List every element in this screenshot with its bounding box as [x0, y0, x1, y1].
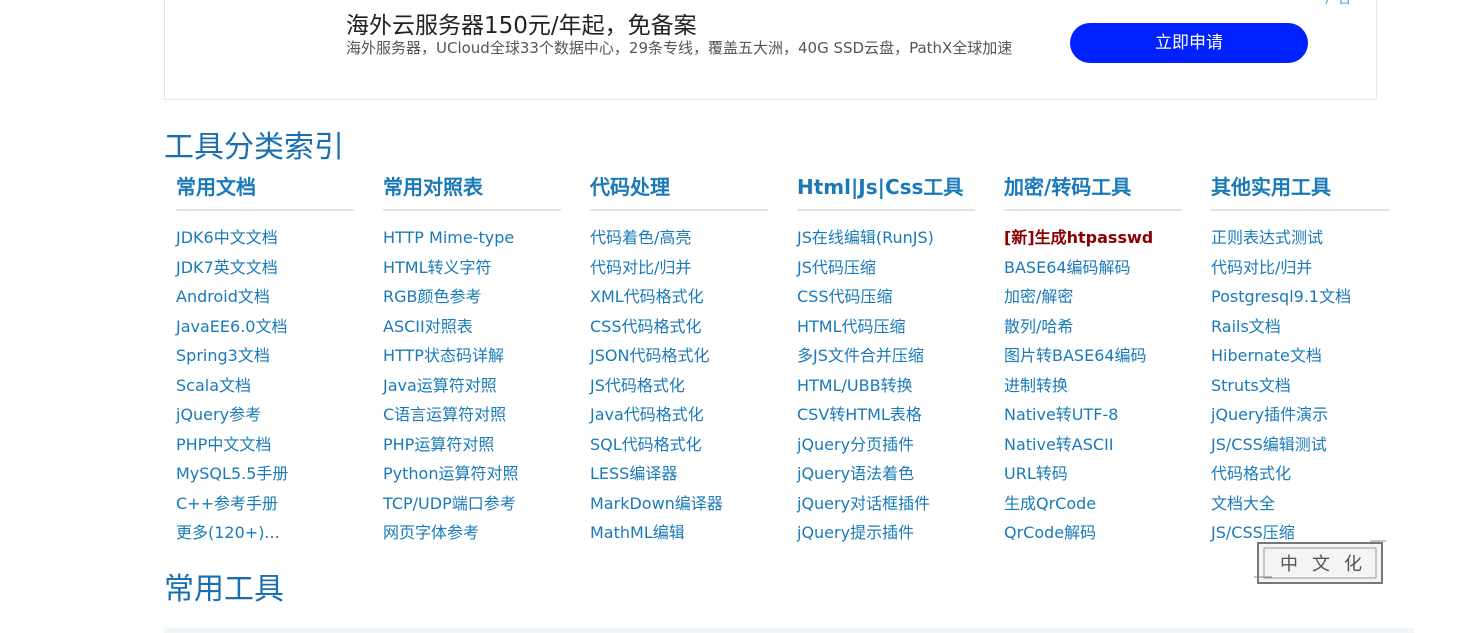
category-heading[interactable]: Html|Js|Css工具 — [797, 172, 975, 211]
category-heading[interactable]: 常用文档 — [176, 172, 354, 211]
tool-link[interactable]: JS代码压缩 — [797, 253, 975, 283]
tool-link[interactable]: PHP中文文档 — [176, 430, 354, 460]
tool-link[interactable]: Python运算符对照 — [383, 459, 561, 489]
tool-link[interactable]: HTTP Mime-type — [383, 223, 561, 253]
tool-link[interactable]: Rails文档 — [1211, 312, 1389, 342]
tool-link[interactable]: HTTP状态码详解 — [383, 341, 561, 371]
tool-link[interactable]: jQuery参考 — [176, 400, 354, 430]
tool-link[interactable]: RGB颜色参考 — [383, 282, 561, 312]
category-link-list: 代码着色/高亮 代码对比/归并 XML代码格式化 CSS代码格式化 JSON代码格式化 J… — [590, 223, 768, 548]
tool-category-column: Html|Js|Css工具 JS在线编辑(RunJS) JS代码压缩 CSS代码压缩 H… — [797, 172, 975, 548]
tool-link[interactable]: URL转码 — [1004, 459, 1182, 489]
stamp-char: 文 — [1312, 554, 1330, 575]
tool-link[interactable]: Hibernate文档 — [1211, 341, 1389, 371]
tool-link[interactable]: HTML代码压缩 — [797, 312, 975, 342]
ad-banner[interactable]: 广告 海外云服务器150元/年起，免备案 海外服务器，UCloud全球33个数据… — [164, 0, 1377, 100]
category-heading[interactable]: 常用对照表 — [383, 172, 561, 211]
common-tools-strip — [164, 628, 1414, 633]
stamp-char: 化 — [1344, 554, 1362, 575]
tool-link[interactable]: jQuery对话框插件 — [797, 489, 975, 519]
tool-link[interactable]: MathML编辑 — [590, 518, 768, 548]
tool-link[interactable]: Java运算符对照 — [383, 371, 561, 401]
tool-link[interactable]: CSV转HTML表格 — [797, 400, 975, 430]
tool-category-grid: 常用文档 JDK6中文文档 JDK7英文文档 Android文档 JavaEE6.0文档… — [176, 172, 1396, 552]
tool-link[interactable]: 图片转BASE64编码 — [1004, 341, 1182, 371]
tool-link[interactable]: Android文档 — [176, 282, 354, 312]
tool-link[interactable]: 进制转换 — [1004, 371, 1182, 401]
tool-category-column: 常用对照表 HTTP Mime-type HTML转义字符 RGB颜色参考 ASCII对… — [383, 172, 561, 548]
tool-category-column: 加密/转码工具 [新]生成htpasswd BASE64编码解码 加密/解密 散列/哈希… — [1004, 172, 1182, 548]
tool-link[interactable]: HTML转义字符 — [383, 253, 561, 283]
tool-link[interactable]: Java代码格式化 — [590, 400, 768, 430]
tool-category-column: 常用文档 JDK6中文文档 JDK7英文文档 Android文档 JavaEE6.0文档… — [176, 172, 354, 548]
tool-link[interactable]: CSS代码格式化 — [590, 312, 768, 342]
tool-link[interactable]: MarkDown编译器 — [590, 489, 768, 519]
tool-link[interactable]: JavaEE6.0文档 — [176, 312, 354, 342]
tool-link[interactable]: [新]生成htpasswd — [1004, 223, 1182, 253]
tool-link[interactable]: Scala文档 — [176, 371, 354, 401]
common-tools-title: 常用工具 — [164, 572, 284, 607]
category-link-list: HTTP Mime-type HTML转义字符 RGB颜色参考 ASCII对照表 HTT… — [383, 223, 561, 548]
tool-link[interactable]: jQuery分页插件 — [797, 430, 975, 460]
ad-description: 海外服务器，UCloud全球33个数据中心，29条专线，覆盖五大洲，40G SS… — [346, 39, 1013, 57]
tool-link[interactable]: 加密/解密 — [1004, 282, 1182, 312]
category-heading[interactable]: 加密/转码工具 — [1004, 172, 1182, 211]
stamp-char: 中 — [1280, 554, 1298, 575]
tool-link[interactable]: 散列/哈希 — [1004, 312, 1182, 342]
tool-link[interactable]: 更多(120+)... — [176, 518, 354, 548]
ad-corner-label: 广告 — [1325, 0, 1351, 7]
ad-title[interactable]: 海外云服务器150元/年起，免备案 — [346, 6, 697, 40]
tool-link[interactable]: JSON代码格式化 — [590, 341, 768, 371]
tool-link[interactable]: XML代码格式化 — [590, 282, 768, 312]
category-link-list: JS在线编辑(RunJS) JS代码压缩 CSS代码压缩 HTML代码压缩 多JS文件合… — [797, 223, 975, 548]
tool-link[interactable]: JS在线编辑(RunJS) — [797, 223, 975, 253]
tool-link[interactable]: HTML/UBB转换 — [797, 371, 975, 401]
tool-link[interactable]: 文档大全 — [1211, 489, 1389, 519]
tool-link[interactable]: Struts文档 — [1211, 371, 1389, 401]
category-heading[interactable]: 代码处理 — [590, 172, 768, 211]
tool-index-title: 工具分类索引 — [164, 130, 344, 165]
category-link-list: JDK6中文文档 JDK7英文文档 Android文档 JavaEE6.0文档 Spri… — [176, 223, 354, 548]
tool-link[interactable]: C语言运算符对照 — [383, 400, 561, 430]
tool-link[interactable]: MySQL5.5手册 — [176, 459, 354, 489]
tool-link[interactable]: BASE64编码解码 — [1004, 253, 1182, 283]
tool-link[interactable]: C++参考手册 — [176, 489, 354, 519]
tool-link[interactable]: 代码对比/归并 — [1211, 253, 1389, 283]
tool-link[interactable]: CSS代码压缩 — [797, 282, 975, 312]
tool-link[interactable]: SQL代码格式化 — [590, 430, 768, 460]
tool-link[interactable]: 代码对比/归并 — [590, 253, 768, 283]
tool-link[interactable]: jQuery提示插件 — [797, 518, 975, 548]
tool-link[interactable]: JDK7英文文档 — [176, 253, 354, 283]
tool-link[interactable]: jQuery插件演示 — [1211, 400, 1389, 430]
tool-link[interactable]: LESS编译器 — [590, 459, 768, 489]
tool-link[interactable]: Native转ASCII — [1004, 430, 1182, 460]
tool-link[interactable]: 正则表达式测试 — [1211, 223, 1389, 253]
category-heading[interactable]: 其他实用工具 — [1211, 172, 1389, 211]
tool-link[interactable]: JDK6中文文档 — [176, 223, 354, 253]
tool-link[interactable]: Spring3文档 — [176, 341, 354, 371]
tool-link[interactable]: 生成QrCode — [1004, 489, 1182, 519]
tool-link[interactable]: 代码着色/高亮 — [590, 223, 768, 253]
tool-category-column: 代码处理代码着色/高亮 代码对比/归并 XML代码格式化 CSS代码格式化 JSON代码… — [590, 172, 768, 548]
tool-link[interactable]: Native转UTF-8 — [1004, 400, 1182, 430]
category-link-list: 正则表达式测试 代码对比/归并 Postgresql9.1文档 Rails文档 Hibe… — [1211, 223, 1389, 548]
tool-link[interactable]: PHP运算符对照 — [383, 430, 561, 460]
tool-link[interactable]: 多JS文件合并压缩 — [797, 341, 975, 371]
tool-link[interactable]: Postgresql9.1文档 — [1211, 282, 1389, 312]
apply-now-button[interactable]: 立即申请 — [1070, 23, 1308, 63]
stamp-seal-icon: 中 文 化 — [1254, 540, 1386, 584]
tool-link[interactable]: JS/CSS编辑测试 — [1211, 430, 1389, 460]
tool-link[interactable]: jQuery语法着色 — [797, 459, 975, 489]
tool-category-column: 其他实用工具正则表达式测试 代码对比/归并 Postgresql9.1文档 Rails… — [1211, 172, 1389, 548]
tool-link[interactable]: JS代码格式化 — [590, 371, 768, 401]
tool-link[interactable]: 网页字体参考 — [383, 518, 561, 548]
tool-link[interactable]: QrCode解码 — [1004, 518, 1182, 548]
tool-link[interactable]: TCP/UDP端口参考 — [383, 489, 561, 519]
tool-link[interactable]: ASCII对照表 — [383, 312, 561, 342]
category-link-list: [新]生成htpasswd BASE64编码解码 加密/解密 散列/哈希 图片转BASE… — [1004, 223, 1182, 548]
tool-link[interactable]: 代码格式化 — [1211, 459, 1389, 489]
